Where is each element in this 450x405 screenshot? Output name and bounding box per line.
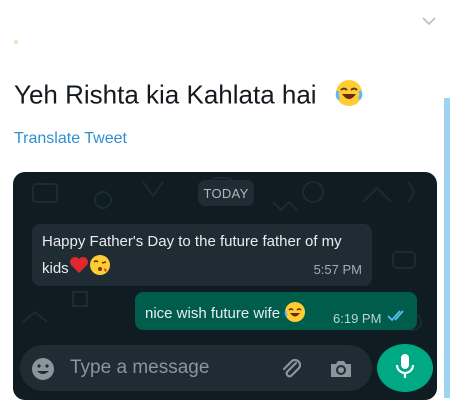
message-time: 5:57 PM — [313, 262, 362, 277]
message-time: 6:19 PM — [333, 311, 382, 326]
camera-icon[interactable] — [328, 357, 354, 386]
double-check-read-icon — [387, 308, 409, 326]
decorative-dot — [14, 40, 18, 44]
paperclip-icon[interactable] — [278, 356, 304, 387]
translate-tweet-link[interactable]: Translate Tweet — [14, 130, 127, 148]
kissing-face-icon — [89, 254, 111, 284]
date-separator: TODAY — [198, 180, 254, 206]
microphone-button[interactable] — [377, 344, 433, 392]
tweet-text: Yeh Rishta kia Kahlata hai — [14, 78, 364, 115]
red-heart-icon — [69, 256, 89, 282]
emoji-smile-icon[interactable] — [30, 356, 56, 387]
scroll-indicator — [444, 98, 450, 398]
outgoing-message-text: nice wish future wife — [145, 304, 281, 322]
message-text: Happy Father's Day to the future father … — [42, 230, 354, 284]
outgoing-message-bubble[interactable]: nice wish future wife 6:19 PM — [135, 292, 417, 330]
message-text: nice wish future wife — [145, 301, 306, 327]
message-input-placeholder[interactable]: Type a message — [70, 357, 209, 379]
message-input-bar[interactable]: Type a message — [20, 345, 372, 391]
chevron-down-icon[interactable] — [420, 12, 438, 30]
microphone-icon — [394, 352, 416, 385]
tweet-text-content: Yeh Rishta kia Kahlata hai — [14, 79, 317, 110]
incoming-message-bubble[interactable]: Happy Father's Day to the future father … — [32, 224, 372, 286]
laughing-face-icon — [284, 301, 306, 327]
laughing-face-icon — [334, 78, 364, 115]
